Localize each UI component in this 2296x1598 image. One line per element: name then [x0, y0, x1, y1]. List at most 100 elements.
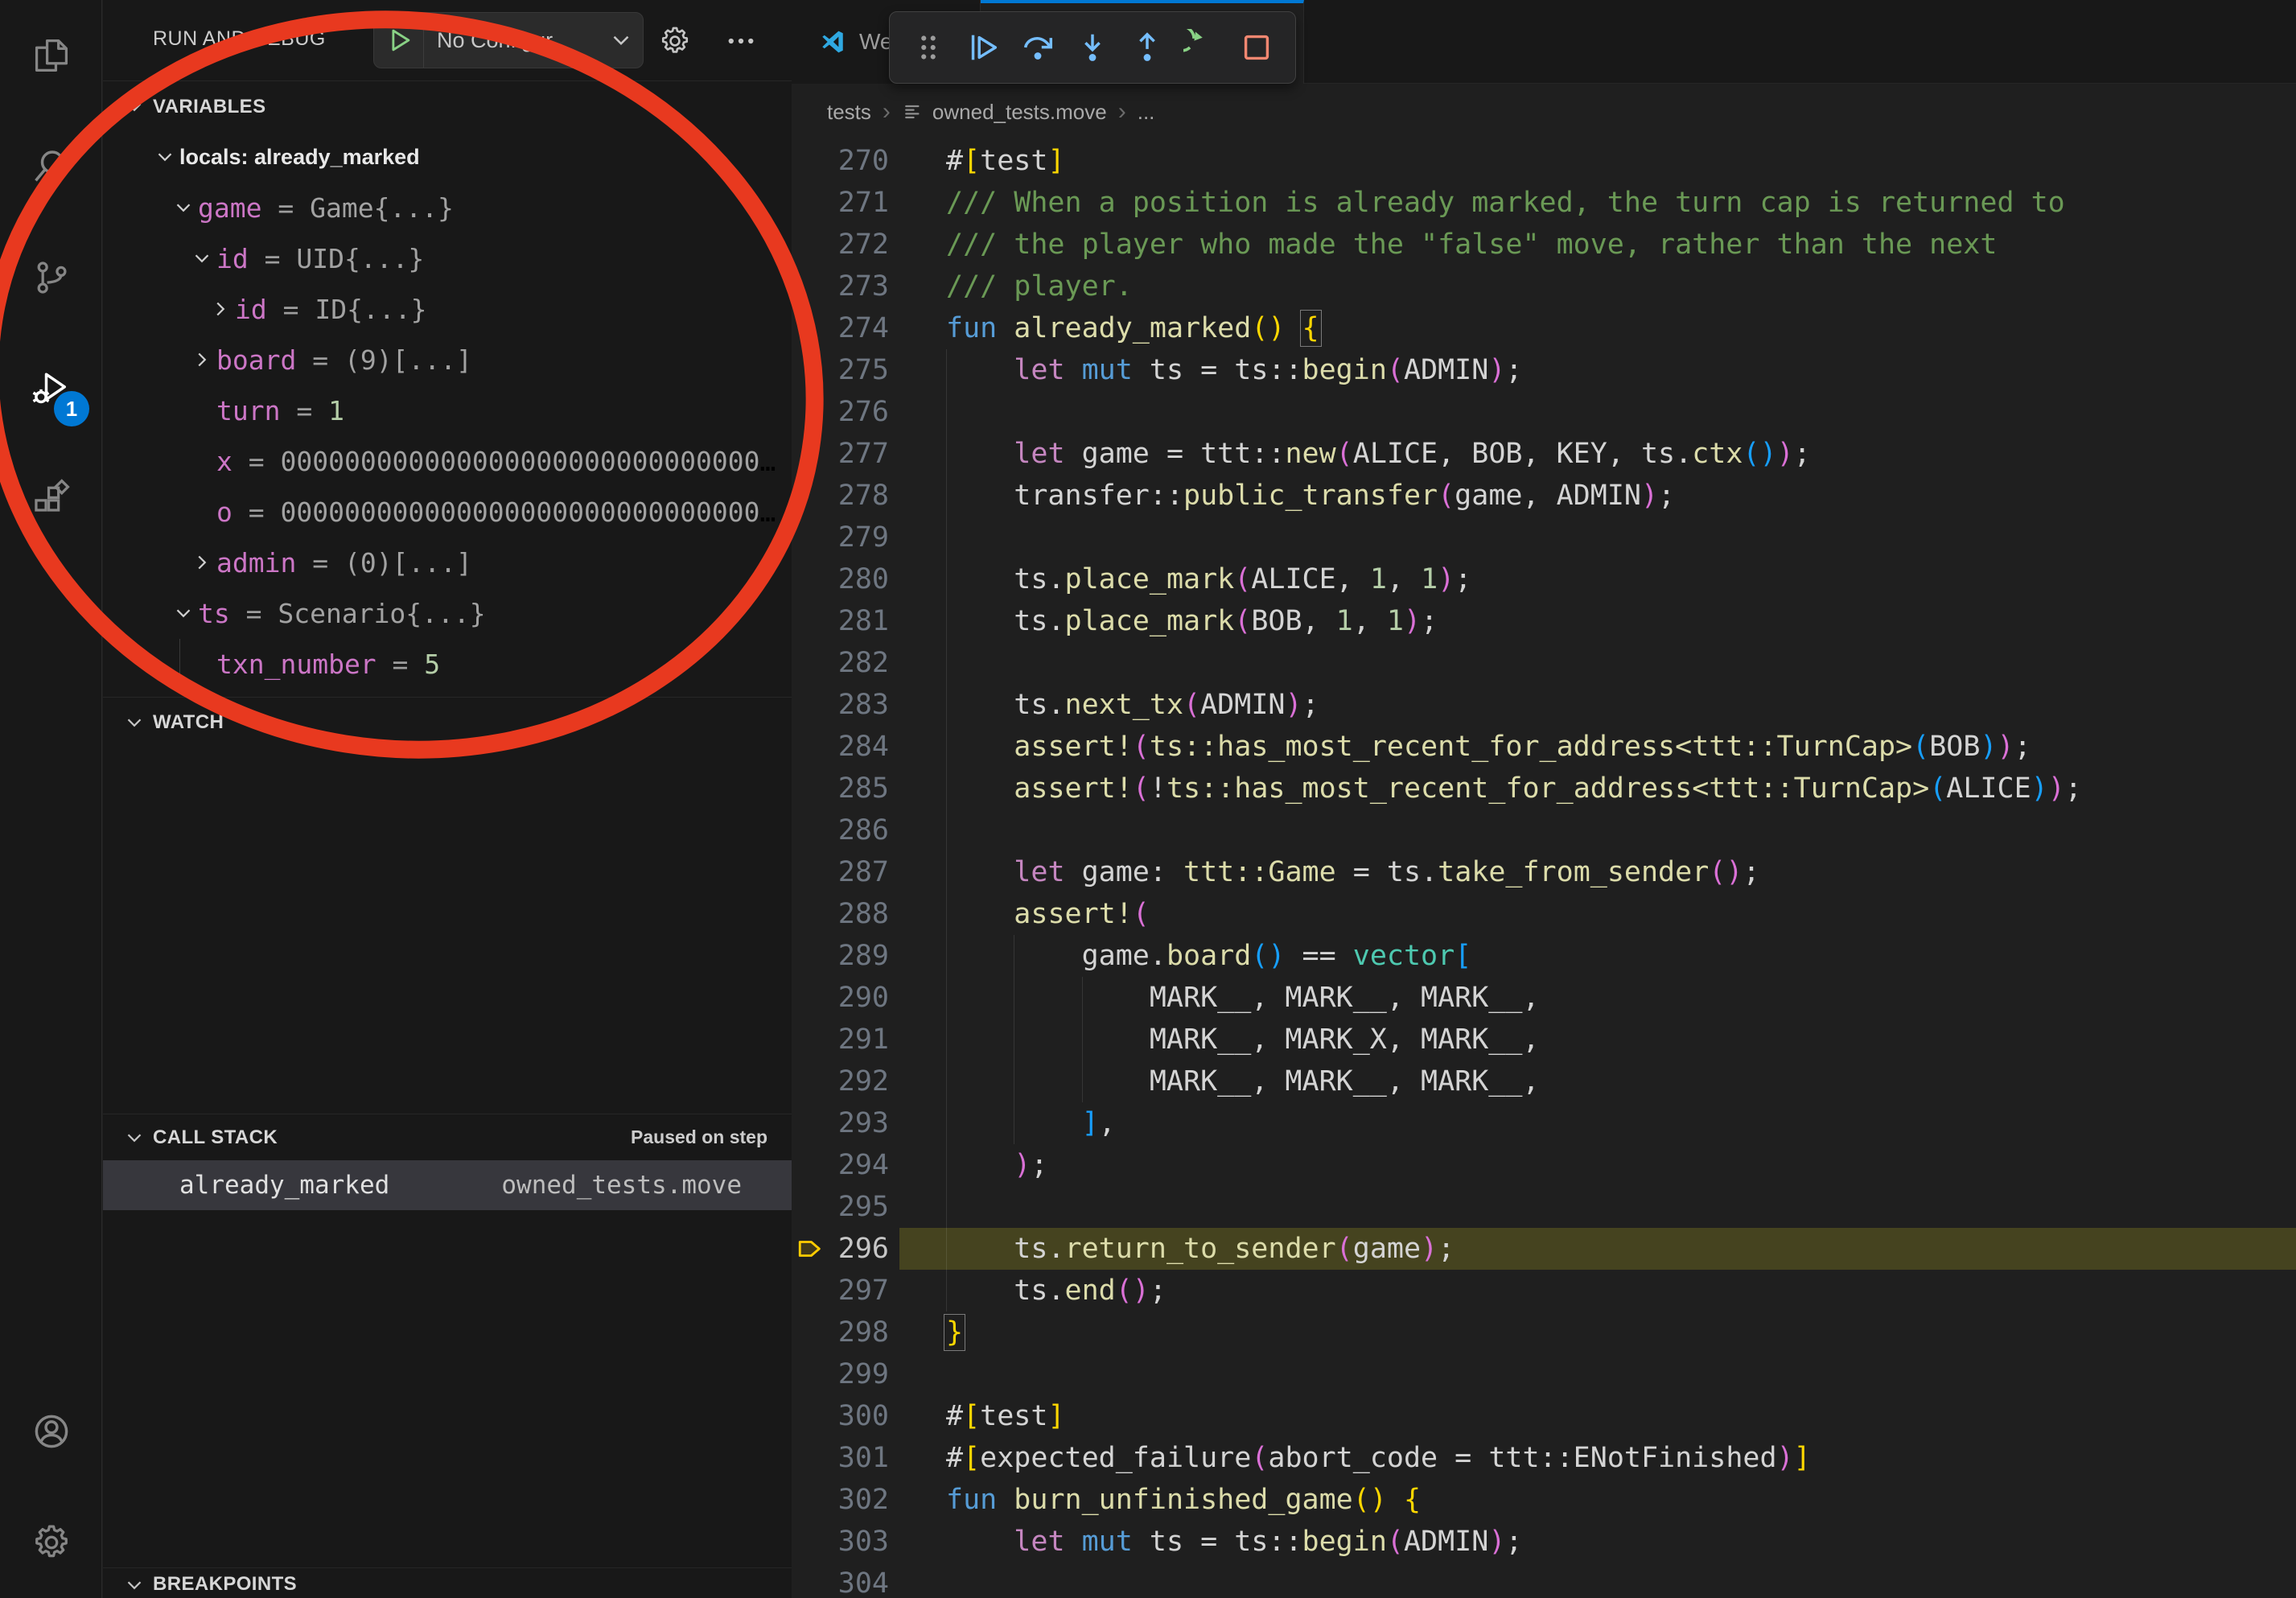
gear-icon[interactable]: [658, 24, 692, 58]
line-number[interactable]: 289: [792, 940, 889, 972]
line-number[interactable]: 286: [792, 814, 889, 846]
debug-step-over-button[interactable]: [1010, 19, 1065, 76]
line-number[interactable]: 271: [792, 187, 889, 219]
breadcrumb-item[interactable]: owned_tests.move: [902, 100, 1107, 125]
code-line: 298}: [792, 1312, 2296, 1353]
config-dropdown-label: No Configur: [424, 28, 607, 53]
line-number[interactable]: 295: [792, 1191, 889, 1223]
call-stack-section-header[interactable]: CALL STACK Paused on step: [103, 1114, 792, 1160]
debug-stop-button[interactable]: [1229, 19, 1284, 76]
variable-row[interactable]: o = 000000000000000000000000000000000000: [103, 487, 792, 537]
line-number[interactable]: 298: [792, 1316, 889, 1349]
equals-sign: =: [280, 395, 328, 426]
line-number[interactable]: 278: [792, 480, 889, 512]
line-number[interactable]: 276: [792, 396, 889, 428]
code-line: 272/// the player who made the "false" m…: [792, 224, 2296, 266]
sidebar-header: RUN AND DEBUG No Configur: [103, 0, 792, 80]
chevron-right-icon[interactable]: [190, 550, 214, 575]
breadcrumb-item[interactable]: tests: [827, 100, 871, 125]
activity-item-source-control[interactable]: [0, 222, 102, 333]
debug-step-into-button[interactable]: [1065, 19, 1120, 76]
code-line: 279: [792, 517, 2296, 558]
chevron-right-icon[interactable]: [190, 348, 214, 372]
line-number[interactable]: 303: [792, 1526, 889, 1558]
code-line: 293 ],: [792, 1102, 2296, 1144]
line-number[interactable]: 280: [792, 563, 889, 595]
variable-row[interactable]: admin = (0)[...]: [103, 537, 792, 588]
variable-row[interactable]: id = UID{...}: [103, 233, 792, 284]
call-stack-frame[interactable]: already_markedowned_tests.move: [103, 1160, 792, 1210]
debug-continue-button[interactable]: [956, 19, 1010, 76]
line-number[interactable]: 288: [792, 898, 889, 930]
chevron-down-icon[interactable]: [171, 601, 195, 625]
variable-row[interactable]: turn = 1: [103, 385, 792, 436]
line-number[interactable]: 300: [792, 1400, 889, 1432]
line-number[interactable]: 304: [792, 1567, 889, 1598]
code-line: 297 ts.end();: [792, 1270, 2296, 1312]
line-number[interactable]: 285: [792, 772, 889, 805]
activity-item-search[interactable]: [0, 111, 102, 222]
line-number[interactable]: 277: [792, 438, 889, 470]
line-number[interactable]: 275: [792, 354, 889, 386]
line-number[interactable]: 291: [792, 1023, 889, 1056]
activity-item-run-and-debug[interactable]: 1: [0, 333, 102, 444]
debug-config-dropdown[interactable]: No Configur: [373, 12, 644, 68]
chevron-down-icon[interactable]: [190, 246, 214, 270]
breadcrumb-label: ...: [1138, 100, 1155, 125]
line-number[interactable]: 279: [792, 521, 889, 554]
code-line-text: ],: [889, 1107, 1116, 1139]
equals-sign: =: [296, 344, 344, 376]
variable-row[interactable]: txn_number = 5: [103, 639, 792, 690]
code-line-text: /// the player who made the "false" move…: [889, 229, 1997, 261]
line-number[interactable]: 293: [792, 1107, 889, 1139]
start-debug-button[interactable]: [374, 13, 424, 68]
line-number[interactable]: 274: [792, 312, 889, 344]
code-line: 283 ts.next_tx(ADMIN);: [792, 684, 2296, 726]
line-number[interactable]: 290: [792, 982, 889, 1014]
line-number[interactable]: 281: [792, 605, 889, 637]
breadcrumb-separator: ›: [883, 98, 891, 126]
activity-item-accounts[interactable]: [0, 1376, 102, 1487]
activity-item-explorer[interactable]: [0, 0, 102, 111]
activity-item-settings[interactable]: [0, 1487, 102, 1598]
code-line: 270#[test]: [792, 140, 2296, 182]
breakpoints-section-header[interactable]: BREAKPOINTS: [103, 1567, 792, 1598]
chevron-right-icon[interactable]: [208, 297, 232, 321]
line-number[interactable]: 299: [792, 1358, 889, 1390]
line-number[interactable]: 282: [792, 647, 889, 679]
variable-row-scope[interactable]: locals: already_marked: [103, 132, 792, 183]
variable-row[interactable]: game = Game{...}: [103, 183, 792, 233]
code-line-text: #[test]: [889, 1400, 1065, 1432]
variable-row[interactable]: id = ID{...}: [103, 284, 792, 335]
variable-row[interactable]: x = 000000000000000000000000000000000000: [103, 436, 792, 487]
code-line: 287 let game: ttt::Game = ts.take_from_s…: [792, 851, 2296, 893]
variable-name: game: [198, 192, 261, 224]
line-number[interactable]: 302: [792, 1484, 889, 1516]
line-number[interactable]: 273: [792, 270, 889, 303]
debug-restart-button[interactable]: [1175, 19, 1229, 76]
line-number[interactable]: 301: [792, 1442, 889, 1474]
chevron-down-icon[interactable]: [171, 196, 195, 220]
code-editor[interactable]: 270#[test]271/// When a position is alre…: [792, 140, 2296, 1598]
activity-item-extensions[interactable]: [0, 444, 102, 555]
variables-section-header[interactable]: VARIABLES: [103, 80, 792, 132]
variable-row[interactable]: board = (9)[...]: [103, 335, 792, 385]
variable-row[interactable]: ts = Scenario{...}: [103, 588, 792, 639]
line-number[interactable]: 272: [792, 229, 889, 261]
code-line-text: MARK__, MARK__, MARK__,: [889, 982, 1540, 1014]
line-number[interactable]: 292: [792, 1065, 889, 1098]
indent-guide: [946, 349, 947, 1312]
line-number[interactable]: 283: [792, 689, 889, 721]
more-actions-icon[interactable]: [724, 24, 758, 58]
watch-section-header[interactable]: WATCH: [103, 697, 792, 747]
line-number[interactable]: 294: [792, 1149, 889, 1181]
scope-name: locals: already_marked: [179, 145, 420, 170]
line-number[interactable]: 297: [792, 1275, 889, 1307]
debug-step-out-button[interactable]: [1120, 19, 1175, 76]
breadcrumb-item[interactable]: ...: [1138, 100, 1155, 125]
line-number[interactable]: 270: [792, 145, 889, 177]
chevron-down-icon[interactable]: [153, 145, 177, 169]
code-line: 284 assert!(ts::has_most_recent_for_addr…: [792, 726, 2296, 768]
line-number[interactable]: 284: [792, 731, 889, 763]
line-number[interactable]: 287: [792, 856, 889, 888]
